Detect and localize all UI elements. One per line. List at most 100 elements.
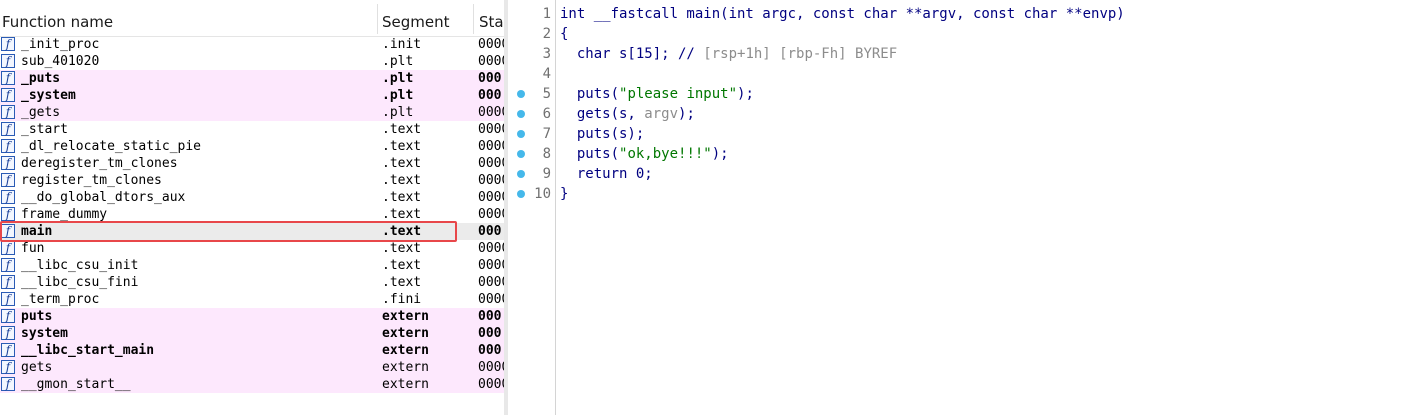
function-segment: .text bbox=[382, 122, 422, 137]
function-segment: .plt bbox=[382, 105, 414, 120]
code-line[interactable]: 7 puts(s); bbox=[508, 124, 1426, 144]
function-segment: extern bbox=[382, 343, 429, 358]
code-token: } bbox=[560, 186, 569, 202]
function-row-gmon-start--[interactable]: f __gmon_start__ extern 0000 bbox=[0, 376, 504, 393]
code-text: gets(s, argv); bbox=[560, 104, 695, 124]
function-f-icon: f bbox=[1, 105, 15, 119]
pseudocode-lines: 1 int __fastcall main(int argc, const cha… bbox=[508, 4, 1426, 204]
code-text: return 0; bbox=[560, 164, 653, 184]
code-line[interactable]: 4 bbox=[508, 64, 1426, 84]
code-line[interactable]: 1 int __fastcall main(int argc, const cha… bbox=[508, 4, 1426, 24]
function-segment: .text bbox=[382, 207, 422, 222]
code-line[interactable]: 6 gets(s, argv); bbox=[508, 104, 1426, 124]
function-name: __libc_csu_fini bbox=[21, 275, 139, 290]
column-header-function-name[interactable]: Function name bbox=[2, 0, 376, 36]
function-start-address: 000 bbox=[478, 309, 502, 324]
code-token: { bbox=[560, 26, 569, 42]
function-segment: .fini bbox=[382, 292, 422, 307]
function-row-libc-start-main[interactable]: f __libc_start_main extern 000 bbox=[0, 342, 504, 359]
function-row-libc-csu-init[interactable]: f __libc_csu_init .text 0000 bbox=[0, 257, 504, 274]
code-text: puts("please input"); bbox=[560, 84, 754, 104]
function-name: _term_proc bbox=[21, 292, 100, 307]
function-start-address: 0000 bbox=[478, 292, 504, 307]
function-start-address: 0000 bbox=[478, 122, 504, 137]
breakpoint-dot-icon[interactable] bbox=[517, 170, 525, 178]
code-token: puts( bbox=[560, 146, 620, 162]
function-f-icon: f bbox=[1, 258, 15, 272]
function-segment: extern bbox=[382, 309, 429, 324]
function-row-system[interactable]: f system extern 000 bbox=[0, 325, 504, 342]
code-token: ); bbox=[711, 146, 729, 162]
function-name: frame_dummy bbox=[21, 207, 108, 222]
code-token: ); bbox=[737, 86, 754, 102]
function-row-deregister-tm-clones[interactable]: f deregister_tm_clones .text 0000 bbox=[0, 155, 504, 172]
function-row-do-global-dtors-aux[interactable]: f __do_global_dtors_aux .text 0000 bbox=[0, 189, 504, 206]
function-row-system[interactable]: f _system .plt 000 bbox=[0, 87, 504, 104]
function-row-gets[interactable]: fgets extern 0000 bbox=[0, 359, 504, 376]
function-row-gets[interactable]: f _gets .plt 0000 bbox=[0, 104, 504, 121]
function-segment: .text bbox=[382, 224, 422, 239]
function-row-frame-dummy[interactable]: f frame_dummy .text 0000 bbox=[0, 206, 504, 223]
code-line[interactable]: 3 char s[15]; // [rsp+1h] [rbp-Fh] BYREF bbox=[508, 44, 1426, 64]
string-literal: "please input" bbox=[619, 86, 738, 102]
column-separator[interactable] bbox=[473, 4, 474, 34]
code-line[interactable]: 2{ bbox=[508, 24, 1426, 44]
code-line[interactable]: 8 puts("ok,bye!!!"); bbox=[508, 144, 1426, 164]
function-segment: .plt bbox=[382, 54, 414, 69]
code-token: char s[15]; // bbox=[560, 46, 704, 62]
function-start-address: 000 bbox=[478, 326, 502, 341]
code-text: puts("ok,bye!!!"); bbox=[560, 144, 729, 164]
functions-window: Function name Segment Start f _init_proc.… bbox=[0, 0, 504, 415]
function-f-icon: f bbox=[1, 360, 15, 374]
function-segment: extern bbox=[382, 326, 429, 341]
function-f-icon: f bbox=[1, 241, 15, 255]
function-row-dl-relocate-static-pie[interactable]: f _dl_relocate_static_pie .text 0000 bbox=[0, 138, 504, 155]
function-name: __libc_csu_init bbox=[21, 258, 139, 273]
function-row-register-tm-clones[interactable]: f register_tm_clones .text 0000 bbox=[0, 172, 504, 189]
function-start-address: 0000 bbox=[478, 207, 504, 222]
function-segment: .text bbox=[382, 173, 422, 188]
function-row-sub-401020[interactable]: f sub_401020 .plt 0000 bbox=[0, 53, 504, 70]
function-name: _init_proc bbox=[21, 37, 100, 52]
breakpoint-dot-icon[interactable] bbox=[517, 150, 525, 158]
function-row-puts[interactable]: f _puts .plt 000 bbox=[0, 70, 504, 87]
code-token: ); bbox=[678, 106, 695, 122]
code-token: int __fastcall main(int argc, const char… bbox=[560, 6, 1125, 22]
function-row-fun[interactable]: ffun .text 0000 bbox=[0, 240, 504, 257]
function-f-icon: f bbox=[1, 88, 15, 102]
breakpoint-dot-icon[interactable] bbox=[517, 90, 525, 98]
function-row-puts[interactable]: f puts extern 000 bbox=[0, 308, 504, 325]
breakpoint-dot-icon[interactable] bbox=[517, 110, 525, 118]
function-row-term-proc[interactable]: f _term_proc .fini 0000 bbox=[0, 291, 504, 308]
function-segment: .text bbox=[382, 258, 422, 273]
function-start-address: 0000 bbox=[478, 105, 504, 120]
function-row-start[interactable]: f _start .text 0000 bbox=[0, 121, 504, 138]
code-line[interactable]: 5 puts("please input"); bbox=[508, 84, 1426, 104]
function-row-libc-csu-fini[interactable]: f __libc_csu_fini .text 0000 bbox=[0, 274, 504, 291]
function-start-address: 0000 bbox=[478, 173, 504, 188]
line-number: 4 bbox=[542, 66, 551, 82]
function-start-address: 0000 bbox=[478, 54, 504, 69]
pseudocode-window[interactable]: 1 int __fastcall main(int argc, const cha… bbox=[508, 0, 1426, 415]
function-name: __do_global_dtors_aux bbox=[21, 190, 186, 205]
function-segment: extern bbox=[382, 377, 429, 392]
line-number: 3 bbox=[542, 46, 551, 62]
code-line[interactable]: 9 return 0; bbox=[508, 164, 1426, 184]
column-separator[interactable] bbox=[377, 4, 378, 34]
function-row-main[interactable]: f main .text 000 bbox=[0, 223, 504, 240]
breakpoint-dot-icon[interactable] bbox=[517, 190, 525, 198]
function-start-address: 000 bbox=[478, 71, 502, 86]
function-start-address: 0000 bbox=[478, 360, 504, 375]
function-f-icon: f bbox=[1, 54, 15, 68]
breakpoint-dot-icon[interactable] bbox=[517, 130, 525, 138]
function-row-init-proc[interactable]: f _init_proc .init 0000 bbox=[0, 36, 504, 53]
function-f-icon: f bbox=[1, 37, 15, 51]
column-header-start[interactable]: Start bbox=[479, 0, 504, 36]
code-token: gets(s, bbox=[560, 106, 645, 122]
code-token: puts( bbox=[560, 86, 620, 102]
function-segment: .plt bbox=[382, 88, 414, 103]
code-text: { bbox=[560, 24, 568, 44]
function-segment: .init bbox=[382, 37, 422, 52]
column-header-segment[interactable]: Segment bbox=[382, 0, 470, 36]
code-line[interactable]: 10} bbox=[508, 184, 1426, 204]
